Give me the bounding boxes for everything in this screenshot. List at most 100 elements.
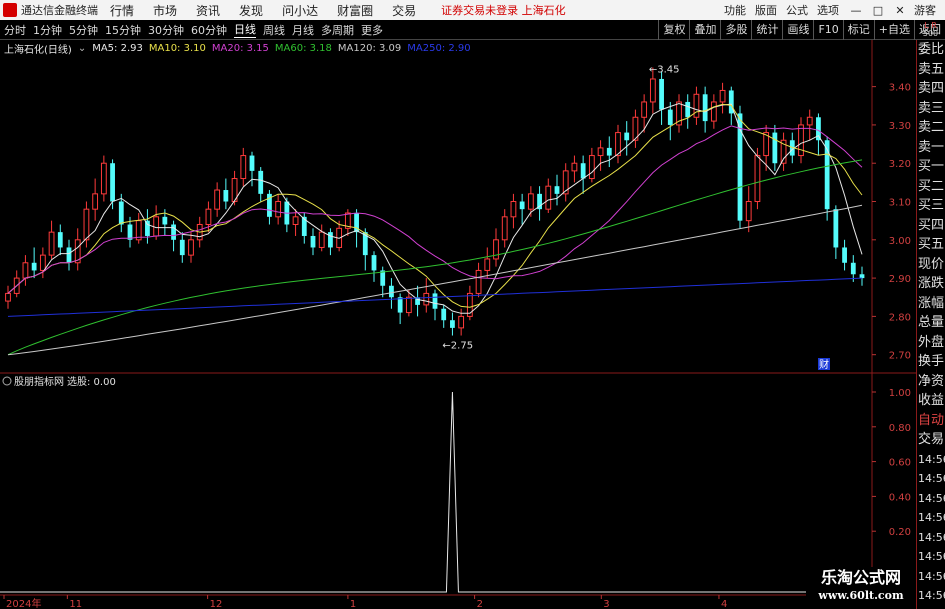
ma60-line: [7, 159, 863, 356]
period-5min[interactable]: 5分钟: [69, 22, 98, 38]
toolbar-right-buttons: 复权 叠加 多股 统计 画线 F10 标记 +自选 返回: [658, 20, 945, 40]
biaoji-button[interactable]: 标记: [842, 20, 874, 40]
duogu-button[interactable]: 多股: [720, 20, 751, 40]
period-1min[interactable]: 1分钟: [33, 22, 62, 38]
corner-num: 500: [922, 29, 939, 38]
menu-shichang[interactable]: 市场: [153, 2, 177, 19]
stock-name: 上海石化(日线): [4, 44, 72, 56]
menu-zixun[interactable]: 资讯: [196, 2, 220, 19]
indicator-tick-label: 0.80: [889, 423, 911, 434]
app-name: 通达信金融终端: [21, 4, 98, 17]
diejia-button[interactable]: 叠加: [689, 20, 720, 40]
ma-info-line: 上海石化(日线) ⌄ MA5: 2.93 MA10: 3.10 MA20: 3.…: [0, 41, 477, 56]
candle-body: [745, 201, 752, 222]
menu-banmian[interactable]: 版面: [755, 2, 777, 18]
tick-time-6: 14:56: [918, 569, 945, 583]
candle-body: [214, 189, 221, 210]
menu-caifuquan[interactable]: 财富圈: [337, 2, 373, 19]
period-weekly[interactable]: 周线: [263, 22, 285, 38]
period-60min[interactable]: 60分钟: [191, 22, 227, 38]
indicator-tick-label: 0.40: [889, 492, 911, 503]
period-fenshi[interactable]: 分时: [4, 22, 26, 38]
candle-body: [110, 163, 115, 202]
candle-body: [380, 270, 386, 286]
indicator-signal-line: [0, 391, 872, 593]
quote-field-16: 换手: [918, 354, 945, 369]
candle-body: [545, 185, 552, 210]
minimize-icon[interactable]: —: [848, 4, 864, 17]
add-watchlist-button[interactable]: +自选: [873, 20, 914, 40]
period-30min[interactable]: 30分钟: [148, 22, 184, 38]
price-tick-label: 2.80: [889, 312, 911, 323]
candle-body: [527, 193, 534, 210]
menu-hangqing[interactable]: 行情: [110, 2, 134, 19]
candle-body: [423, 292, 430, 306]
maximize-icon[interactable]: □: [870, 4, 886, 17]
menu-xuanxiang[interactable]: 选项: [817, 2, 839, 18]
quote-field-6: 买一: [918, 159, 945, 174]
candle-body: [66, 247, 72, 263]
tick-time-7: 14:56: [918, 589, 945, 602]
candle-body: [588, 155, 595, 180]
tick-time-2: 14:56: [918, 491, 945, 505]
candle-body: [624, 132, 630, 141]
menu-faxian[interactable]: 发现: [239, 2, 263, 19]
candle-body: [39, 254, 46, 271]
candle-body: [833, 209, 839, 248]
chevron-down-icon[interactable]: ⌄: [78, 43, 86, 54]
tongji-button[interactable]: 统计: [751, 20, 782, 40]
period-monthly[interactable]: 月线: [292, 22, 314, 38]
candle-body: [710, 101, 717, 122]
period-multi[interactable]: 多周期: [321, 22, 354, 38]
candle-body: [223, 190, 229, 202]
f10-button[interactable]: F10: [813, 20, 842, 40]
candle-body: [458, 315, 465, 329]
candle-body: [606, 147, 612, 156]
candle-body: [310, 235, 316, 248]
candle-body: [772, 132, 778, 164]
candle-body: [127, 224, 133, 240]
menu-gongneng[interactable]: 功能: [724, 2, 746, 18]
candle-body: [205, 208, 212, 225]
corner-lr-indicator[interactable]: L R 500: [916, 22, 945, 39]
quote-field-2: 卖四: [918, 81, 945, 96]
quote-field-0: 委比: [918, 42, 945, 57]
quote-field-3: 卖三: [918, 100, 945, 116]
trade-label[interactable]: 交易: [917, 430, 945, 450]
candle-body: [92, 193, 99, 210]
quote-field-1: 卖五: [918, 61, 945, 77]
fuquan-button[interactable]: 复权: [658, 20, 689, 40]
huaxian-button[interactable]: 画线: [782, 20, 813, 40]
tick-time-0: 14:56: [918, 452, 945, 466]
candle-body: [100, 162, 107, 195]
quote-field-12: 涨跌: [918, 276, 945, 291]
menu-wenxiaoda[interactable]: 问小达: [282, 2, 318, 19]
indicator-tick-label: 0.60: [889, 458, 911, 469]
guest-label[interactable]: 游客: [914, 2, 936, 18]
candle-body: [475, 269, 482, 294]
candle-body: [450, 320, 455, 328]
period-more[interactable]: 更多: [361, 22, 383, 38]
auto-label[interactable]: 自动: [917, 411, 945, 431]
x-axis-label: 2024年: [6, 597, 41, 609]
watermark: 乐淘公式网 www.60lt.com: [806, 567, 916, 609]
candle-body: [31, 262, 37, 271]
menu-gongshi[interactable]: 公式: [786, 2, 808, 18]
candle-body: [48, 231, 55, 256]
period-15min[interactable]: 15分钟: [105, 22, 141, 38]
period-toolbar: 分时 1分钟 5分钟 15分钟 30分钟 60分钟 日线 周线 月线 多周期 更…: [0, 20, 945, 40]
menu-jiaoyi[interactable]: 交易: [392, 2, 416, 19]
x-axis-label: 11: [69, 599, 82, 609]
ma120-value: MA120: 3.09: [337, 42, 402, 54]
candle-body: [22, 262, 29, 279]
quote-field-14: 总量: [918, 315, 945, 330]
kline-chart[interactable]: 3.40 3.30 3.20 3.10 3.00 2.90 2.80 2.70 ←3.45 ←2.…: [0, 40, 916, 609]
close-icon[interactable]: ✕: [892, 4, 908, 17]
tick-time-5: 14:56: [918, 550, 945, 563]
candle-body: [188, 239, 194, 256]
candle-body: [153, 216, 160, 237]
quote-side-panel: 委比 卖五 卖四 卖三 卖二 卖一 买一 买二 买三 买四 买五 现价 涨跌 涨幅 总量 外盘 换手 净资 收益 自…: [916, 40, 945, 609]
candle-body: [659, 78, 664, 110]
login-notice: 证券交易未登录 上海石化: [441, 4, 566, 17]
period-daily[interactable]: 日线: [234, 21, 256, 38]
